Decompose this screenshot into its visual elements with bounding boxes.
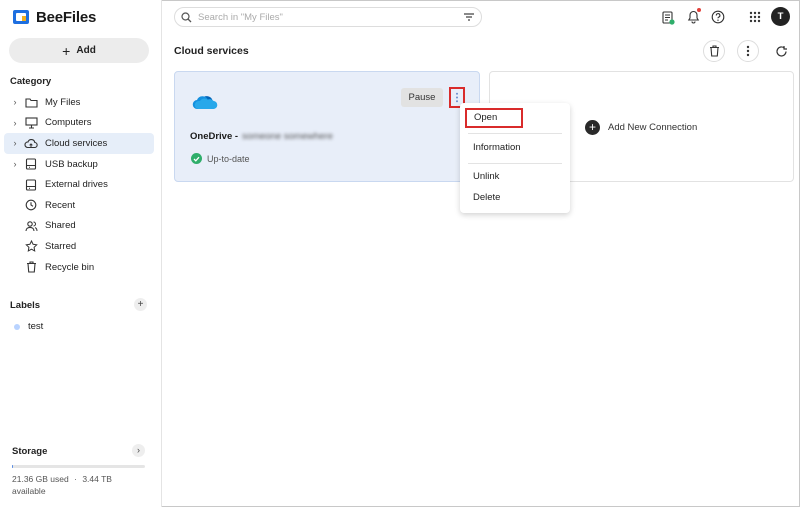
help-button[interactable] <box>709 8 727 26</box>
sidebar-item-label: My Files <box>45 96 81 108</box>
chevron-right-icon[interactable]: › <box>10 97 20 107</box>
sidebar-item-label: Recent <box>45 199 76 211</box>
sidebar-item-external-drives[interactable]: External drives <box>4 174 154 195</box>
monitor-icon <box>24 116 38 130</box>
external-drive-icon <box>24 178 38 192</box>
chevron-right-icon[interactable]: › <box>10 138 20 148</box>
sidebar-item-label: External drives <box>45 179 108 191</box>
people-icon <box>24 219 38 233</box>
menu-item-unlink[interactable]: Unlink <box>460 167 570 187</box>
sidebar-item-recent[interactable]: Recent <box>4 195 154 216</box>
context-menu: Open Information Unlink Delete <box>460 103 570 213</box>
sidebar-item-label: Computers <box>45 117 92 129</box>
chevron-right-icon[interactable]: › <box>10 118 20 128</box>
plus-icon: + <box>62 42 71 59</box>
storage-usage-text: 21.36 GB used · 3.44 TB available <box>12 473 147 497</box>
sidebar-item-cloud-services[interactable]: › Cloud services <box>4 133 154 154</box>
notifications-button[interactable] <box>684 8 702 26</box>
help-icon <box>711 10 725 24</box>
labels-title: Labels <box>10 300 41 311</box>
notification-dot <box>697 8 701 12</box>
menu-item-open[interactable]: Open <box>465 108 523 128</box>
more-vertical-icon <box>456 92 458 103</box>
folder-icon <box>24 95 38 109</box>
bell-icon <box>687 10 699 24</box>
storage-used: 21.36 GB used <box>12 474 69 484</box>
search-icon <box>181 11 192 22</box>
sidebar-item-recycle-bin[interactable]: Recycle bin <box>4 257 154 278</box>
menu-divider <box>468 133 562 134</box>
menu-item-information[interactable]: Information <box>460 138 570 158</box>
sidebar-item-my-files[interactable]: › My Files <box>4 92 154 113</box>
sidebar-item-starred[interactable]: Starred <box>4 236 154 257</box>
onedrive-connection-card[interactable]: Pause OneDrive - someone somewhere Up-to… <box>174 71 480 182</box>
sync-status-text: Up-to-date <box>207 153 250 164</box>
clock-icon <box>24 198 38 212</box>
brand[interactable]: BeeFiles <box>12 8 96 26</box>
apps-button[interactable] <box>746 8 764 26</box>
search-input[interactable] <box>198 11 448 23</box>
sidebar-item-shared[interactable]: Shared <box>4 216 154 237</box>
sidebar-item-label: USB backup <box>45 158 98 170</box>
add-button[interactable]: + Add <box>9 38 149 63</box>
menu-divider <box>468 163 562 164</box>
storage-progress-bar <box>12 465 145 468</box>
label-item-test[interactable]: test <box>14 321 43 332</box>
beefiles-logo-icon <box>13 10 29 24</box>
search-bar[interactable] <box>174 7 482 27</box>
page-title: Cloud services <box>174 45 249 57</box>
refresh-icon <box>775 45 787 57</box>
add-new-connection-button[interactable]: + Add New Connection <box>585 120 697 135</box>
usb-drive-icon <box>24 157 38 171</box>
more-options-button[interactable] <box>737 40 759 62</box>
sync-status: Up-to-date <box>191 153 250 164</box>
tasks-button[interactable] <box>659 8 677 26</box>
storage-details-button[interactable]: › <box>132 444 145 457</box>
account-name-blurred: someone somewhere <box>242 131 333 142</box>
label-name: test <box>28 321 44 332</box>
sidebar-item-usb-backup[interactable]: › USB backup <box>4 154 154 175</box>
menu-item-delete[interactable]: Delete <box>460 188 570 208</box>
sidebar-item-label: Cloud services <box>45 137 108 149</box>
sidebar-nav: › My Files › Computers › Cloud services … <box>4 92 154 277</box>
user-avatar[interactable]: T <box>771 7 790 26</box>
check-circle-icon <box>191 153 202 164</box>
refresh-button[interactable] <box>770 40 792 62</box>
add-new-connection-label: Add New Connection <box>608 122 698 133</box>
storage-progress-fill <box>12 465 14 468</box>
service-name: OneDrive - <box>190 131 239 142</box>
onedrive-icon <box>192 96 218 110</box>
sidebar-item-label: Starred <box>45 240 77 252</box>
storage-title: Storage <box>12 446 48 457</box>
card-title: OneDrive - someone somewhere <box>190 131 333 142</box>
sidebar: BeeFiles + Add Category › My Files › Com… <box>0 0 162 507</box>
plus-circle-icon: + <box>585 120 600 135</box>
storage-separator: · <box>74 474 77 484</box>
category-title: Category <box>10 76 52 87</box>
trash-icon <box>24 260 38 274</box>
sidebar-item-label: Shared <box>45 220 76 232</box>
chevron-right-icon[interactable]: › <box>10 159 20 169</box>
delete-button[interactable] <box>703 40 725 62</box>
label-color-dot <box>14 323 20 330</box>
app-name: BeeFiles <box>36 8 97 26</box>
cloud-icon <box>24 136 38 150</box>
sidebar-item-computers[interactable]: › Computers <box>4 113 154 134</box>
sidebar-item-label: Recycle bin <box>45 261 95 273</box>
pause-button[interactable]: Pause <box>401 88 443 107</box>
star-icon <box>24 239 38 253</box>
clipboard-check-icon <box>662 10 675 25</box>
apps-grid-icon <box>749 11 761 23</box>
more-vertical-icon <box>746 45 750 57</box>
add-label-button[interactable]: + <box>134 298 147 311</box>
trash-icon <box>709 45 719 57</box>
filter-icon[interactable] <box>463 11 475 23</box>
add-button-label: Add <box>76 45 96 56</box>
